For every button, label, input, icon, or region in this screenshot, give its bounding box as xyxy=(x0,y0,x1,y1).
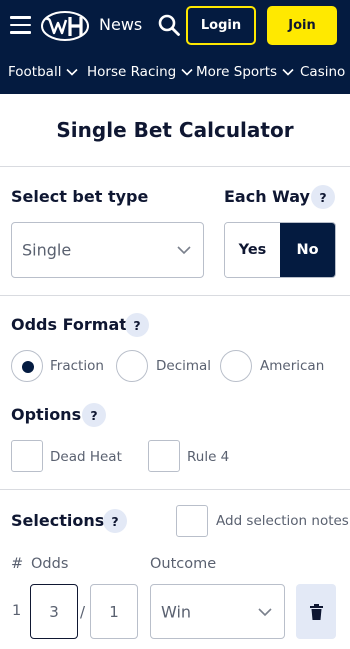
chevron-down-icon xyxy=(66,68,79,76)
odds-format-label: Odds Format xyxy=(11,315,127,334)
selections-help-icon[interactable]: ? xyxy=(103,509,127,533)
bet-type-label: Select bet type xyxy=(11,187,149,206)
decimal-label: Decimal xyxy=(156,358,212,374)
column-header-odds: Odds xyxy=(31,556,69,572)
login-button[interactable]: Login xyxy=(186,6,256,45)
divider xyxy=(0,166,350,167)
nav-item-football[interactable]: Football xyxy=(8,64,79,80)
decimal-radio[interactable] xyxy=(116,350,148,382)
odds-separator: / xyxy=(80,603,86,621)
nav-item-label: Football xyxy=(8,64,62,80)
delete-selection-button[interactable] xyxy=(296,584,336,639)
nav-item-more-sports[interactable]: More Sports xyxy=(196,64,294,80)
chevron-down-icon xyxy=(258,607,272,616)
options-label: Options xyxy=(11,405,82,424)
hamburger-menu-icon[interactable] xyxy=(10,16,31,34)
rule-4-checkbox[interactable] xyxy=(148,440,180,472)
fraction-radio[interactable] xyxy=(11,350,43,382)
options-help-icon[interactable]: ? xyxy=(82,403,106,427)
divider xyxy=(0,295,350,296)
american-radio[interactable] xyxy=(220,350,252,382)
american-label: American xyxy=(260,358,325,374)
selection-row-number: 1 xyxy=(12,603,22,619)
top-header: News Login Join xyxy=(0,0,350,52)
odds-format-help-icon[interactable]: ? xyxy=(125,313,149,337)
rule-4-label: Rule 4 xyxy=(187,449,230,465)
add-selection-notes-checkbox[interactable] xyxy=(176,505,208,537)
chevron-down-icon xyxy=(177,246,191,255)
chevron-down-icon xyxy=(282,68,294,76)
nav-item-label: Casino xyxy=(300,64,346,80)
outcome-select[interactable]: Win xyxy=(150,584,285,639)
bet-type-value: Single xyxy=(22,240,72,260)
each-way-label: Each Way xyxy=(224,187,310,206)
column-header-number: # xyxy=(11,556,24,572)
add-selection-notes-label: Add selection notes xyxy=(216,513,349,529)
trash-icon xyxy=(309,603,323,620)
nav-item-casino[interactable]: Casino xyxy=(300,64,345,80)
odds-denominator-input[interactable]: 1 xyxy=(90,584,138,639)
news-link[interactable]: News xyxy=(99,15,142,34)
nav-item-label: More Sports xyxy=(196,64,278,80)
selections-label: Selections xyxy=(11,511,105,530)
dead-heat-label: Dead Heat xyxy=(50,449,122,465)
join-button[interactable]: Join xyxy=(267,6,337,45)
chevron-down-icon xyxy=(181,68,193,76)
each-way-help-icon[interactable]: ? xyxy=(311,185,335,209)
william-hill-logo[interactable] xyxy=(40,10,92,42)
each-way-yes-button[interactable]: Yes xyxy=(225,223,280,277)
odds-numerator-input[interactable]: 3 xyxy=(30,584,78,639)
column-header-outcome: Outcome xyxy=(150,556,217,572)
search-icon[interactable] xyxy=(157,13,181,37)
each-way-no-button[interactable]: No xyxy=(280,223,335,277)
bet-type-select[interactable]: Single xyxy=(11,222,204,278)
outcome-value: Win xyxy=(161,602,192,621)
dead-heat-checkbox[interactable] xyxy=(11,440,43,472)
divider xyxy=(0,489,350,490)
page-title: Single Bet Calculator xyxy=(56,118,294,142)
nav-item-label: Horse Racing xyxy=(87,64,177,80)
sports-nav: Football Horse Racing More Sports Casino xyxy=(0,52,350,94)
fraction-label: Fraction xyxy=(50,358,104,374)
nav-item-horse-racing[interactable]: Horse Racing xyxy=(87,64,193,80)
each-way-toggle: Yes No xyxy=(224,222,336,278)
